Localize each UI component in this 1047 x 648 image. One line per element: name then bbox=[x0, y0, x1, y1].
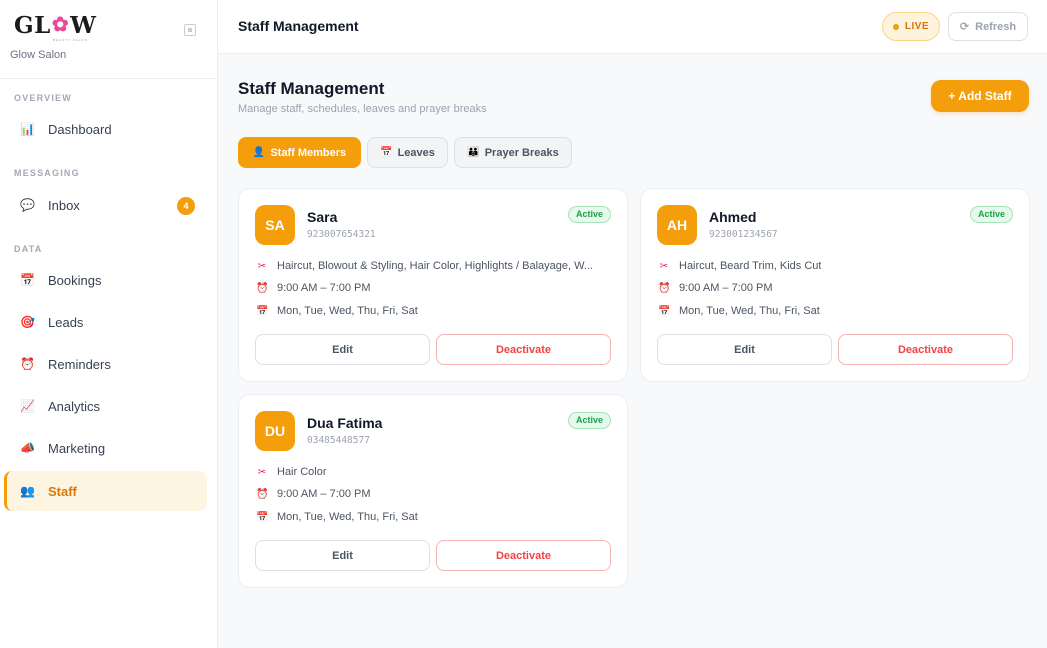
sidebar-item-reminders[interactable]: ⏰ Reminders bbox=[4, 344, 207, 384]
scissors-icon: ✂ bbox=[257, 260, 267, 272]
users-icon: 👥 bbox=[20, 484, 35, 498]
avatar: DU bbox=[255, 411, 295, 451]
services-row: ✂ Haircut, Blowout & Styling, Hair Color… bbox=[257, 260, 594, 272]
page-subtitle: Manage staff, schedules, leaves and pray… bbox=[238, 103, 487, 115]
days-row: 📅 Mon, Tue, Wed, Thu, Fri, Sat bbox=[256, 511, 418, 523]
refresh-button[interactable]: ⟳ Refresh bbox=[948, 12, 1028, 41]
line-chart-icon: 📈 bbox=[20, 399, 35, 413]
status-badge: Active bbox=[567, 412, 611, 429]
page-title: Staff Management bbox=[238, 79, 385, 98]
tab-prayer-breaks[interactable]: 👪 Prayer Breaks bbox=[454, 137, 572, 168]
live-dot-icon bbox=[892, 23, 899, 30]
live-indicator: LIVE bbox=[882, 12, 940, 41]
days-row: 📅 Mon, Tue, Wed, Thu, Fri, Sat bbox=[658, 305, 820, 317]
section-label-data: DATA bbox=[14, 244, 43, 254]
refresh-icon: ⟳ bbox=[959, 21, 970, 33]
services-row: ✂ Hair Color bbox=[257, 466, 327, 478]
inbox-count-badge: 4 bbox=[177, 197, 195, 215]
edit-button[interactable]: Edit bbox=[255, 334, 430, 365]
sidebar-item-inbox[interactable]: 💬 Inbox 4 bbox=[4, 185, 207, 225]
edit-button[interactable]: Edit bbox=[657, 334, 832, 365]
megaphone-icon: 📣 bbox=[20, 441, 35, 455]
staff-name: Sara bbox=[307, 209, 338, 225]
calendar-icon: 📅 bbox=[256, 511, 269, 523]
services-row: ✂ Haircut, Beard Trim, Kids Cut bbox=[659, 260, 822, 272]
section-label-messaging: MESSAGING bbox=[14, 168, 80, 178]
edit-button[interactable]: Edit bbox=[255, 540, 430, 571]
sidebar-item-dashboard[interactable]: 📊 Dashboard bbox=[4, 109, 207, 149]
sidebar-item-staff[interactable]: 👥 Staff bbox=[4, 471, 207, 511]
calendar-icon: 📅 bbox=[658, 305, 671, 317]
add-staff-button[interactable]: + Add Staff bbox=[931, 80, 1029, 112]
staff-phone: 03485448577 bbox=[307, 435, 370, 446]
deactivate-button[interactable]: Deactivate bbox=[436, 540, 611, 571]
alarm-clock-icon: ⏰ bbox=[256, 488, 269, 500]
salon-name: Glow Salon bbox=[10, 49, 67, 61]
group-icon: 👪 bbox=[467, 147, 480, 158]
scissors-icon: ✂ bbox=[659, 260, 669, 272]
deactivate-button[interactable]: Deactivate bbox=[436, 334, 611, 365]
scissors-icon: ✂ bbox=[257, 466, 267, 478]
hours-row: ⏰ 9:00 AM – 7:00 PM bbox=[256, 488, 371, 500]
staff-name: Ahmed bbox=[709, 209, 757, 225]
brand-header: GL ✿ W BEAUTY SALON Glow Salon bbox=[0, 0, 217, 79]
sidebar-collapse-icon[interactable] bbox=[184, 24, 196, 36]
calendar-icon: 📅 bbox=[256, 305, 269, 317]
alarm-clock-icon: ⏰ bbox=[256, 282, 269, 294]
staff-card: AH Ahmed 923001234567 Active ✂ Haircut, … bbox=[640, 188, 1030, 382]
staff-phone: 923001234567 bbox=[709, 229, 778, 240]
flower-icon: ✿ bbox=[51, 12, 70, 36]
calendar-icon: 📅 bbox=[20, 273, 35, 287]
speech-bubble-icon: 💬 bbox=[20, 198, 35, 212]
days-row: 📅 Mon, Tue, Wed, Thu, Fri, Sat bbox=[256, 305, 418, 317]
sidebar: GL ✿ W BEAUTY SALON Glow Salon OVERVIEW 📊 … bbox=[0, 0, 218, 648]
status-badge: Active bbox=[567, 206, 611, 223]
bar-chart-icon: 📊 bbox=[20, 122, 35, 136]
person-icon: 👤 bbox=[252, 147, 266, 158]
alarm-clock-icon: ⏰ bbox=[20, 357, 35, 371]
sidebar-item-leads[interactable]: 🎯 Leads bbox=[4, 302, 207, 342]
avatar: AH bbox=[657, 205, 697, 245]
calendar-icon: 📅 bbox=[380, 147, 393, 158]
top-bar: Staff Management LIVE ⟳ Refresh bbox=[218, 0, 1047, 54]
status-badge: Active bbox=[969, 206, 1013, 223]
avatar: SA bbox=[255, 205, 295, 245]
sidebar-item-analytics[interactable]: 📈 Analytics bbox=[4, 386, 207, 426]
tab-staff-members[interactable]: 👤 Staff Members bbox=[238, 137, 361, 168]
deactivate-button[interactable]: Deactivate bbox=[838, 334, 1013, 365]
alarm-clock-icon: ⏰ bbox=[658, 282, 671, 294]
tab-leaves[interactable]: 📅 Leaves bbox=[367, 137, 448, 168]
staff-card: SA Sara 923007654321 Active ✂ Haircut, B… bbox=[238, 188, 628, 382]
sidebar-item-bookings[interactable]: 📅 Bookings bbox=[4, 260, 207, 300]
hours-row: ⏰ 9:00 AM – 7:00 PM bbox=[256, 282, 371, 294]
target-icon: 🎯 bbox=[20, 315, 35, 329]
logo-subtitle: BEAUTY SALON bbox=[53, 38, 88, 42]
staff-phone: 923007654321 bbox=[307, 229, 376, 240]
staff-name: Dua Fatima bbox=[307, 415, 383, 431]
sidebar-item-marketing[interactable]: 📣 Marketing bbox=[4, 428, 207, 468]
hours-row: ⏰ 9:00 AM – 7:00 PM bbox=[658, 282, 773, 294]
staff-card: DU Dua Fatima 03485448577 Active ✂ Hair … bbox=[238, 394, 628, 588]
section-label-overview: OVERVIEW bbox=[14, 93, 72, 103]
topbar-title: Staff Management bbox=[238, 18, 359, 34]
